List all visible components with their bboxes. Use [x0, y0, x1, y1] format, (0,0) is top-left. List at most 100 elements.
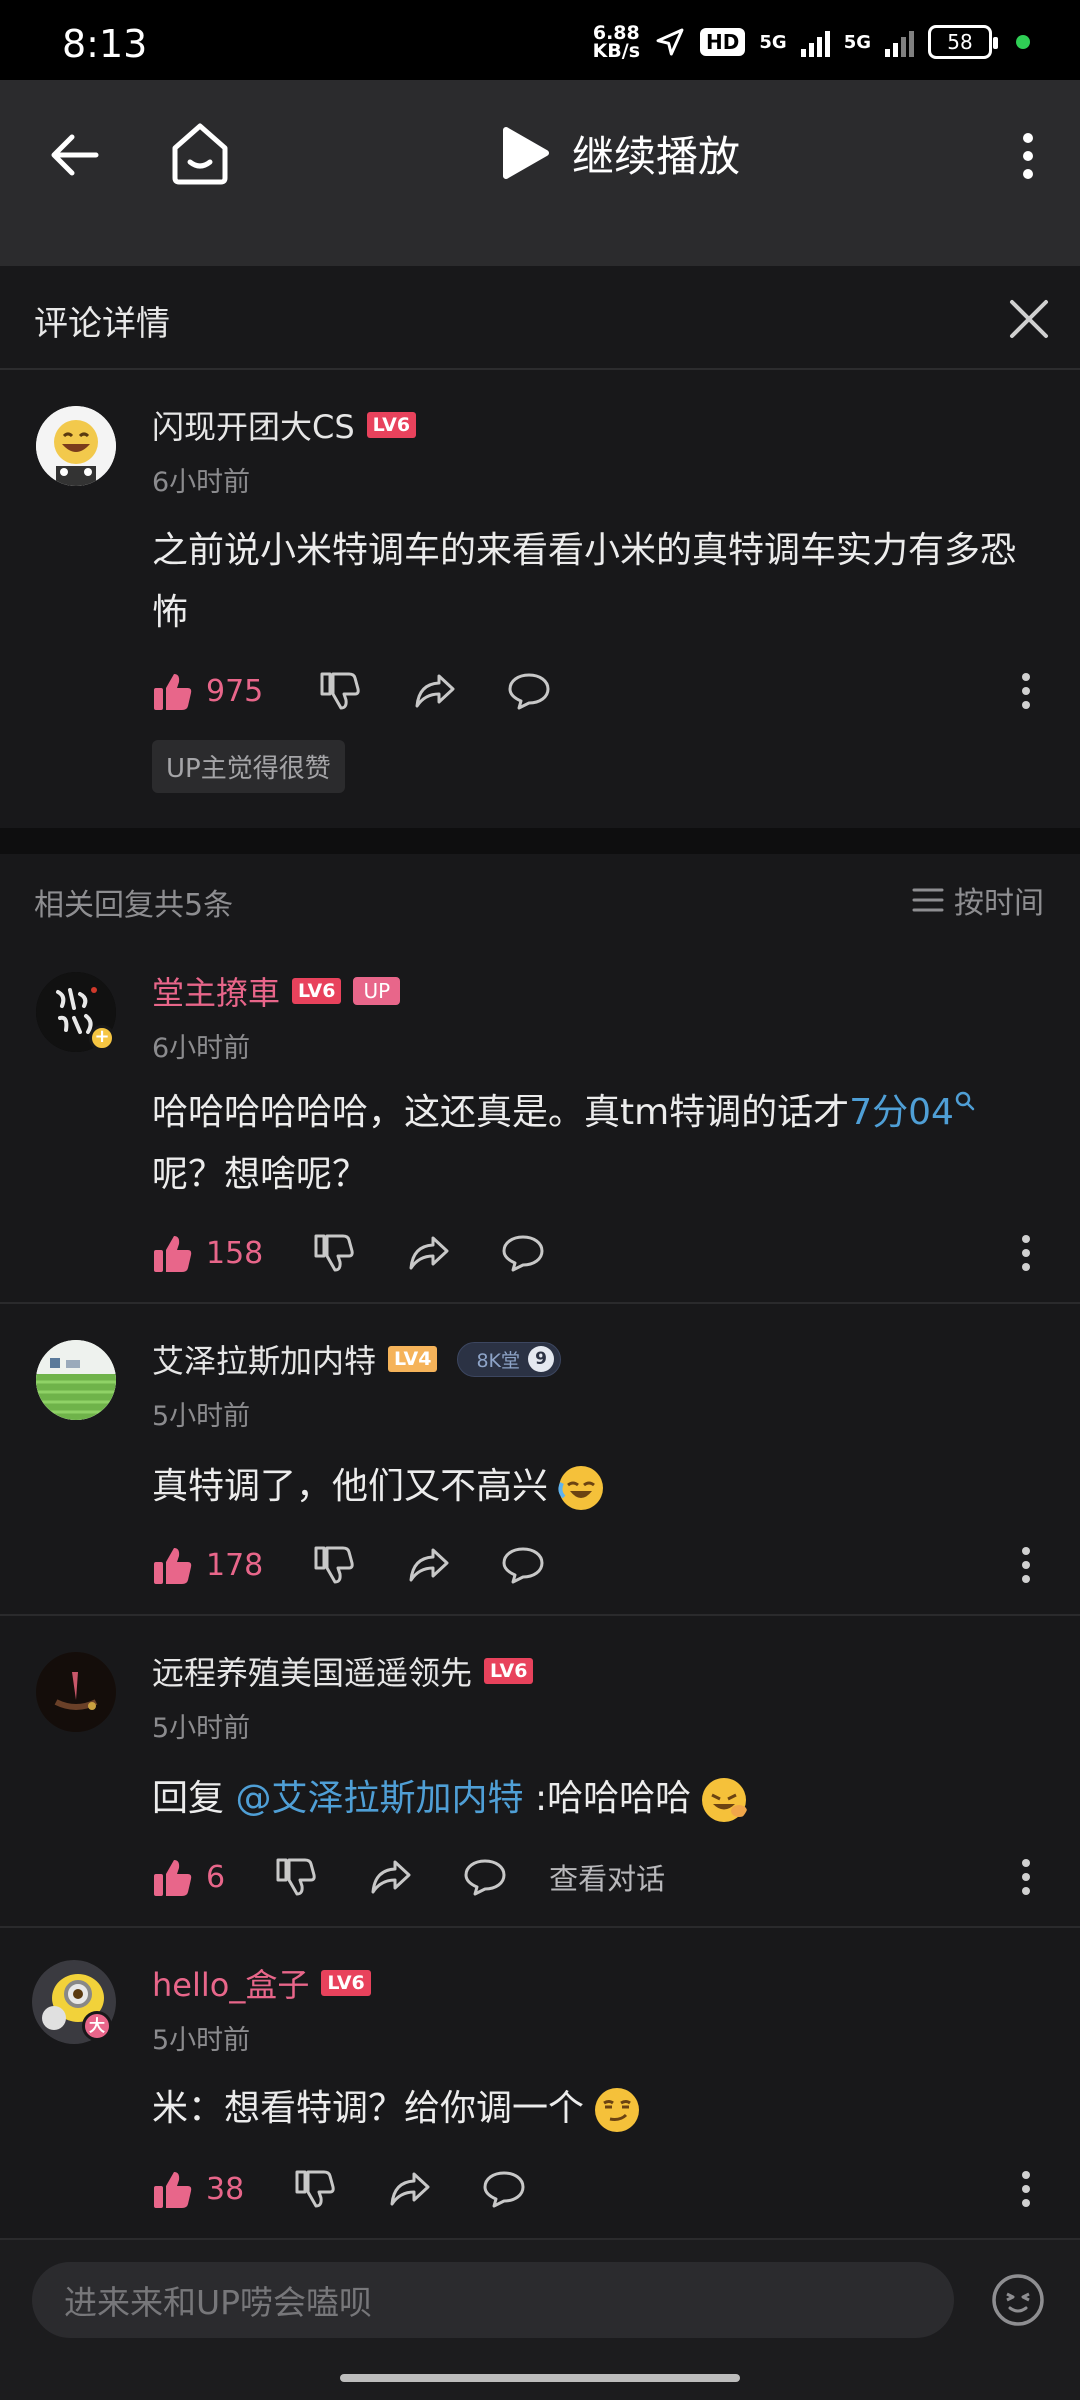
reply-time: 5小时前 [152, 1401, 251, 1432]
share-icon[interactable] [407, 1544, 451, 1586]
reply-text-part: :哈哈哈哈 [534, 1778, 692, 1819]
thumbs-up-icon [154, 674, 192, 710]
net-speed: 6.88 KB/s [592, 24, 641, 62]
reply-text-part: 呢？想啥呢？ [152, 1154, 369, 1195]
comment-bubble-icon[interactable] [463, 1856, 507, 1898]
more-vertical-icon[interactable] [1010, 126, 1046, 186]
reply-text-part: 米：想看特调？给你调一个 [152, 2088, 585, 2129]
comment-bubble-icon[interactable] [482, 2168, 526, 2210]
status-icons: 6.88 KB/s HD 5G 5G 58 [592, 24, 1030, 62]
big-member-text: 大 [88, 2016, 105, 2035]
main-comment-actions: 975 [152, 666, 551, 716]
reply-text-part: 真特调了，他们又不高兴 [152, 1466, 549, 1507]
level-badge: LV6 [321, 1970, 371, 1996]
back-arrow-icon[interactable] [40, 120, 110, 190]
reply-time: 6小时前 [152, 1033, 251, 1064]
reply-text: 真特调了，他们又不高兴 [152, 1456, 1042, 1518]
main-comment-text: 之前说小米特调车的来看看小米的真特调车实力有多恐怖 [152, 530, 1017, 633]
thumbs-up-icon [154, 1860, 192, 1896]
emoji-picker-icon[interactable] [990, 2272, 1046, 2328]
more-vertical-icon[interactable] [1016, 671, 1036, 711]
comment-bubble-icon[interactable] [501, 1232, 545, 1274]
reply-text-part: 哈哈哈哈哈哈，这还真是。真tm特调的话才 [152, 1092, 850, 1133]
level-badge: LV4 [388, 1346, 438, 1372]
reply-avatar[interactable] [36, 1652, 116, 1732]
grass-field-avatar-icon [36, 1340, 116, 1420]
like-button[interactable]: 178 [152, 1544, 263, 1586]
reply-time: 5小时前 [152, 1713, 251, 1744]
reply-divider [0, 1614, 1080, 1616]
more-vertical-icon[interactable] [1016, 1545, 1036, 1585]
more-vertical-icon[interactable] [1016, 2169, 1036, 2209]
reply-username[interactable]: 堂主撩車 [152, 968, 280, 1014]
thumbs-down-icon[interactable] [275, 1856, 317, 1898]
like-button[interactable]: 158 [152, 1232, 263, 1274]
reply-actions: 178 [152, 1540, 545, 1590]
level-badge: LV6 [366, 412, 417, 438]
thumbs-down-icon[interactable] [313, 1544, 355, 1586]
menu-list-icon [912, 888, 944, 912]
like-button[interactable]: 38 [152, 2168, 244, 2210]
like-button[interactable]: 975 [152, 670, 263, 712]
like-button[interactable]: 6 [152, 1856, 225, 1898]
more-vertical-icon[interactable] [1016, 1233, 1036, 1273]
battery-level: 58 [947, 30, 973, 54]
up-liked-badge: UP主觉得很赞 [152, 740, 345, 793]
like-count: 6 [206, 1859, 226, 1895]
plus-badge: + [89, 1025, 115, 1051]
signal-icon-2 [885, 27, 914, 57]
laughing-astronaut-avatar-icon [36, 406, 116, 486]
view-conversation-link[interactable]: 查看对话 [549, 1856, 665, 1898]
main-comment-avatar[interactable] [36, 406, 116, 486]
level-badge: LV6 [292, 978, 342, 1004]
reply-prefix: 回复 [152, 1778, 225, 1819]
comment-bubble-icon[interactable] [507, 670, 551, 712]
net-speed-unit: KB/s [592, 40, 641, 62]
continue-play-button[interactable]: 继续播放 [500, 118, 740, 188]
reply-actions: 158 [152, 1228, 545, 1278]
mention-link[interactable]: @艾泽拉斯加内特 [235, 1778, 523, 1819]
thumbs-down-icon[interactable] [313, 1232, 355, 1274]
home-icon[interactable] [165, 116, 235, 190]
thumbs-up-icon [154, 1236, 192, 1272]
comment-bubble-icon[interactable] [501, 1544, 545, 1586]
reply-username-row: 艾泽拉斯加内特 LV4 8K堂 9 [152, 1336, 561, 1382]
reply-username-row: hello_盒子 LV6 [152, 1960, 371, 2006]
timestamp-link-text: 7分04 [849, 1092, 954, 1133]
comment-input-placeholder: 进来来和UP唠会嗑呗 [64, 2283, 373, 2322]
share-icon[interactable] [407, 1232, 451, 1274]
comment-input[interactable]: 进来来和UP唠会嗑呗 [32, 2262, 954, 2338]
fan-medal-level: 9 [528, 1346, 554, 1372]
reply-username[interactable]: hello_盒子 [152, 1960, 309, 2006]
crying-laughing-emoji-icon [558, 1466, 604, 1510]
play-icon [503, 127, 549, 179]
reply-time: 5小时前 [152, 2025, 251, 2056]
like-count: 975 [206, 673, 264, 709]
sort-label: 按时间 [954, 886, 1044, 921]
like-count: 178 [206, 1547, 264, 1583]
timestamp-link[interactable]: 7分04 [849, 1091, 976, 1133]
reply-text: 米：想看特调？给你调一个 [152, 2078, 1042, 2140]
close-icon[interactable] [1006, 296, 1052, 342]
reply-username[interactable]: 远程养殖美国遥遥领先 [152, 1648, 472, 1694]
main-comment-username[interactable]: 闪现开团大CS [152, 402, 355, 448]
thumbs-down-icon[interactable] [294, 2168, 336, 2210]
reply-divider [0, 1302, 1080, 1304]
share-icon[interactable] [413, 670, 457, 712]
share-icon[interactable] [388, 2168, 432, 2210]
plus-badge-text: + [94, 1026, 110, 1047]
section-divider [0, 828, 1080, 854]
reply-avatar[interactable] [36, 1340, 116, 1420]
hd-voice-badge: HD [700, 28, 746, 56]
reply-username[interactable]: 艾泽拉斯加内特 [152, 1336, 376, 1382]
thumbs-down-icon[interactable] [319, 670, 361, 712]
thumbs-up-icon [154, 1548, 192, 1584]
replies-count: 相关回复共5条 [34, 888, 234, 923]
home-indicator [340, 2374, 740, 2382]
continue-play-label: 继续播放 [572, 131, 741, 181]
more-vertical-icon[interactable] [1016, 1857, 1036, 1897]
like-count: 158 [206, 1235, 264, 1271]
sort-button[interactable]: 按时间 [912, 878, 1044, 922]
share-icon[interactable] [369, 1856, 413, 1898]
reply-actions: 38 [152, 2164, 526, 2214]
